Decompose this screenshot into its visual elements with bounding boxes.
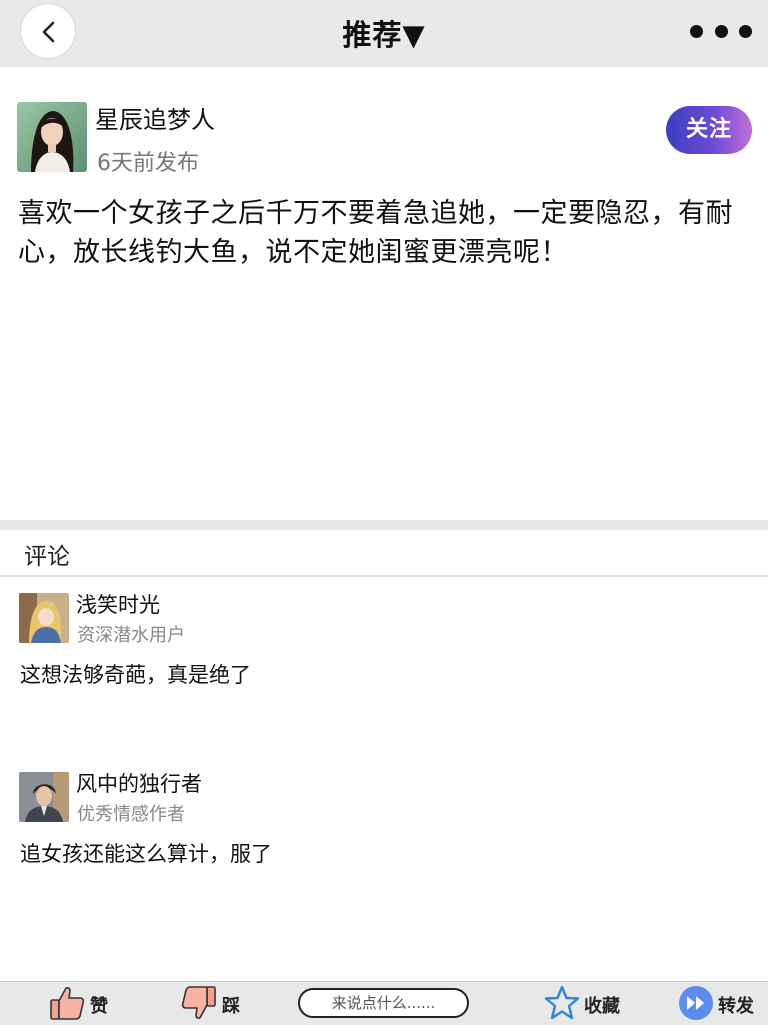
favorite-label: 收藏 [584,996,620,1017]
more-options-button[interactable] [690,24,752,38]
comment-input[interactable] [298,988,469,1018]
forward-icon [679,986,713,1020]
star-icon [544,985,580,1020]
top-bar: 推荐▼ [0,0,768,67]
share-button[interactable]: 转发 [678,982,762,1025]
favorite-button[interactable]: 收藏 [544,982,624,1025]
post-content: 喜欢一个女孩子之后千万不要着急追她，一定要隐忍，有耐心，放长线钓大鱼，说不定她闺… [18,198,733,268]
commenter-title: 资深潜水用户 [77,625,185,646]
follow-button[interactable]: 关注 [666,106,752,154]
commenter-name[interactable]: 风中的独行者 [76,768,202,798]
like-button[interactable]: 赞 [46,982,116,1025]
author-name[interactable]: 星辰追梦人 [95,100,215,135]
dislike-button[interactable]: 踩 [180,982,250,1025]
like-label: 赞 [90,996,108,1017]
thumbs-up-icon [50,987,85,1020]
comments-divider [0,575,768,577]
more-dot-icon [739,24,752,38]
share-label: 转发 [718,996,754,1017]
comment-text: 这想法够奇葩，真是绝了 [20,663,251,687]
bottom-action-bar: 赞 踩 收藏 转发 [0,981,768,1025]
dislike-label: 踩 [222,996,240,1017]
commenter-name[interactable]: 浅笑时光 [76,589,160,619]
page-title-dropdown[interactable]: 推荐▼ [0,12,768,54]
post-timestamp: 6天前发布 [97,151,199,176]
more-dot-icon [690,24,703,38]
commenter-avatar[interactable] [19,772,69,822]
section-divider [0,520,768,530]
comment-item: 浅笑时光 资深潜水用户 这想法够奇葩，真是绝了 [0,593,768,753]
comment-text: 追女孩还能这么算计，服了 [20,842,272,866]
commenter-avatar[interactable] [19,593,69,643]
author-avatar[interactable] [17,102,87,172]
comment-item: 风中的独行者 优秀情感作者 追女孩还能这么算计，服了 [0,772,768,932]
more-dot-icon [714,24,728,38]
thumbs-down-icon [181,986,216,1019]
commenter-title: 优秀情感作者 [77,804,185,825]
comments-heading: 评论 [24,544,70,570]
